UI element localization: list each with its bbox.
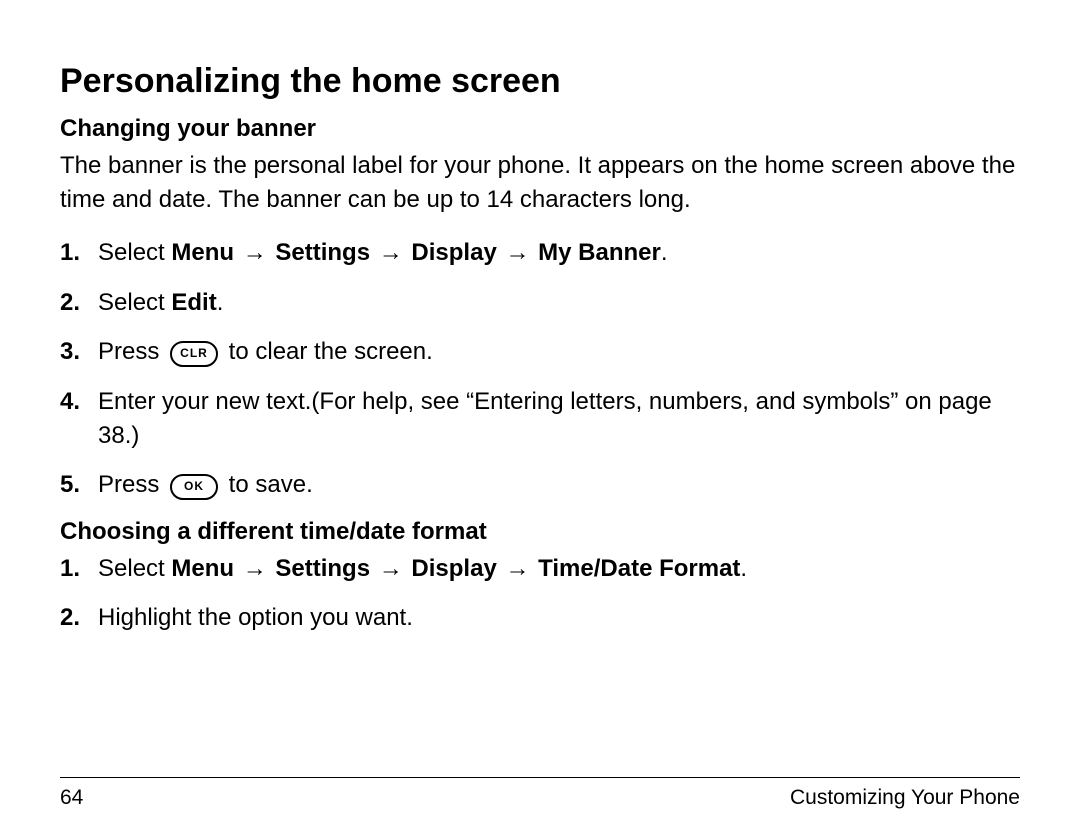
- step-2: 2. Highlight the option you want.: [60, 601, 1020, 635]
- arrow-icon: →: [241, 555, 269, 582]
- arrow-icon: →: [241, 239, 269, 266]
- steps-list-timedate: 1. Select Menu → Settings → Display → Ti…: [60, 552, 1020, 635]
- step-number: 4.: [60, 385, 98, 419]
- menu-path: Menu → Settings → Display → My Banner: [171, 239, 660, 266]
- menu-path: Menu → Settings → Display → Time/Date Fo…: [171, 555, 740, 582]
- chapter-title: Customizing Your Phone: [790, 786, 1020, 810]
- step-text: Press OK to save.: [98, 468, 313, 502]
- step-1: 1. Select Menu → Settings → Display → Ti…: [60, 552, 1020, 586]
- section-heading-banner: Changing your banner: [60, 115, 1020, 143]
- ok-key-icon: OK: [170, 474, 218, 500]
- steps-list-banner: 1. Select Menu → Settings → Display → My…: [60, 236, 1020, 502]
- arrow-icon: →: [377, 555, 405, 582]
- step-5: 5. Press OK to save.: [60, 468, 1020, 502]
- section-paragraph-banner: The banner is the personal label for you…: [60, 149, 1020, 216]
- step-text: Press CLR to clear the screen.: [98, 335, 433, 369]
- arrow-icon: →: [503, 555, 531, 582]
- step-text: Highlight the option you want.: [98, 601, 413, 635]
- page-title: Personalizing the home screen: [60, 62, 1020, 101]
- page-number: 64: [60, 786, 83, 810]
- step-text: Select Edit.: [98, 286, 223, 320]
- page-footer: 64 Customizing Your Phone: [60, 777, 1020, 834]
- arrow-icon: →: [503, 239, 531, 266]
- step-3: 3. Press CLR to clear the screen.: [60, 335, 1020, 369]
- step-text: Select Menu → Settings → Display → My Ba…: [98, 236, 668, 270]
- arrow-icon: →: [377, 239, 405, 266]
- step-number: 1.: [60, 552, 98, 586]
- step-number: 1.: [60, 236, 98, 270]
- step-number: 2.: [60, 601, 98, 635]
- step-1: 1. Select Menu → Settings → Display → My…: [60, 236, 1020, 270]
- step-4: 4. Enter your new text.(For help, see “E…: [60, 385, 1020, 452]
- section-heading-timedate: Choosing a different time/date format: [60, 518, 1020, 546]
- step-2: 2. Select Edit.: [60, 286, 1020, 320]
- step-number: 3.: [60, 335, 98, 369]
- page-content: Personalizing the home screen Changing y…: [60, 62, 1020, 777]
- step-text: Enter your new text.(For help, see “Ente…: [98, 385, 1020, 452]
- step-number: 2.: [60, 286, 98, 320]
- manual-page: Personalizing the home screen Changing y…: [0, 0, 1080, 834]
- step-number: 5.: [60, 468, 98, 502]
- clr-key-icon: CLR: [170, 341, 218, 367]
- step-text: Select Menu → Settings → Display → Time/…: [98, 552, 747, 586]
